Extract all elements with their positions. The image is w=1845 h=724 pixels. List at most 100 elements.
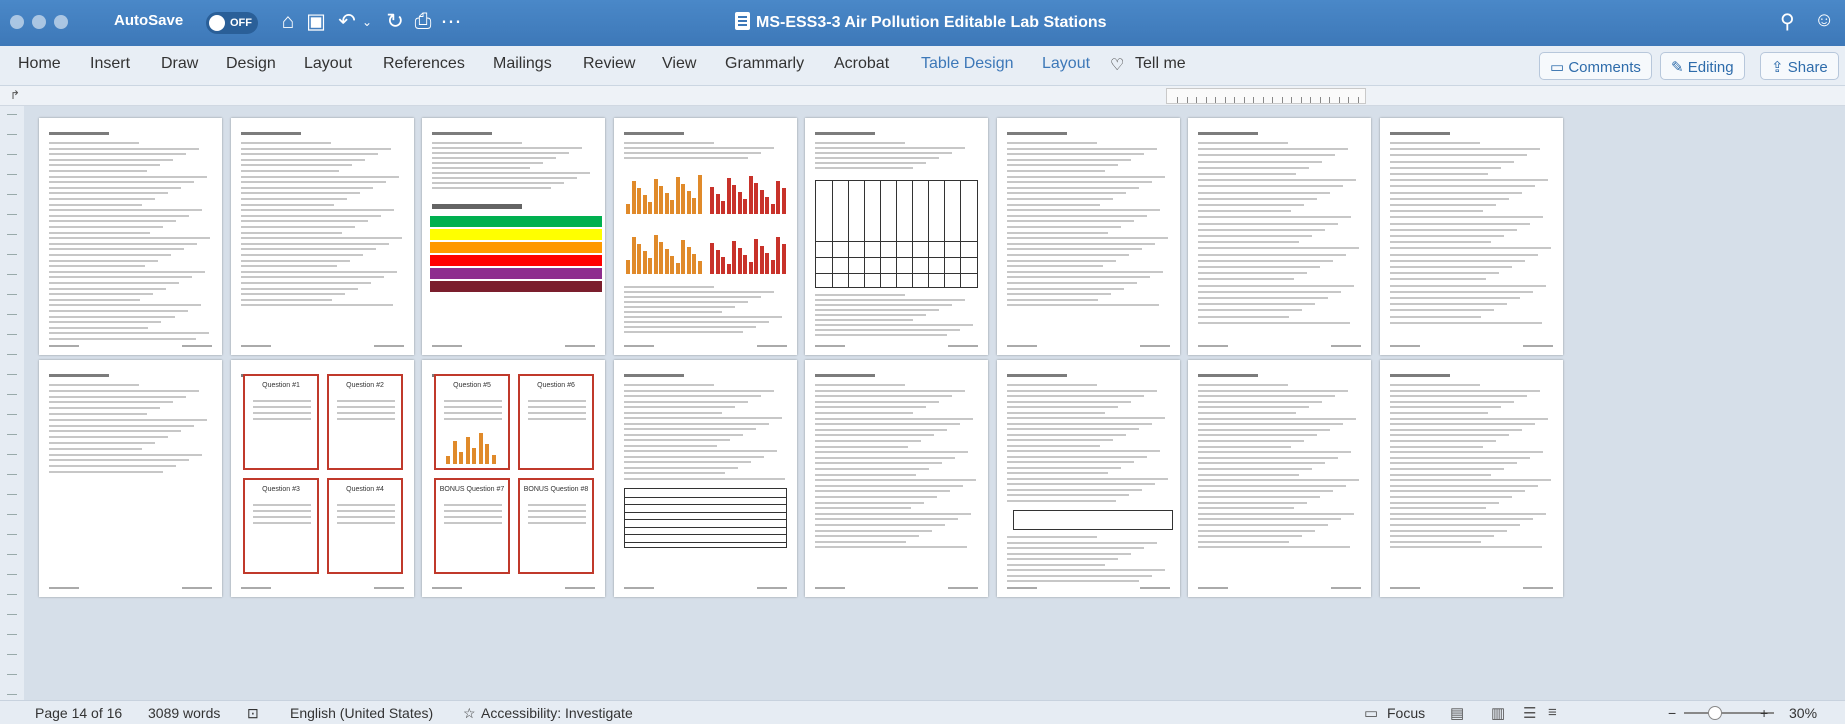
text-line	[624, 455, 765, 458]
comments-button[interactable]: ▭ Comments	[1539, 52, 1652, 80]
thumbnail-bar	[478, 433, 483, 464]
ruler-tick	[1272, 97, 1273, 103]
text-line	[49, 304, 201, 307]
thumbnail-bar	[648, 202, 652, 214]
document-page[interactable]	[231, 118, 414, 355]
text-line	[1390, 451, 1544, 454]
thumbnail-bar	[748, 262, 753, 274]
document-page[interactable]	[1380, 360, 1563, 597]
text-line	[1007, 433, 1126, 436]
text-line	[815, 540, 907, 543]
document-page[interactable]: Question #5 Question #6 BONUS Question #7 B…	[422, 360, 605, 597]
tab-home[interactable]: Home	[18, 55, 61, 73]
question-card: Question #6	[518, 374, 594, 470]
text-line	[528, 510, 586, 512]
tab-table-design[interactable]: Table Design	[921, 55, 1014, 73]
tab-acrobat[interactable]: Acrobat	[834, 55, 889, 73]
text-line	[253, 418, 311, 420]
outline-view-icon[interactable]: ☰	[1523, 704, 1536, 722]
document-page[interactable]	[1188, 360, 1371, 597]
draft-view-icon[interactable]: ≡	[1548, 704, 1557, 721]
print-layout-icon[interactable]: ▤	[1450, 704, 1464, 722]
tab-draw[interactable]: Draw	[161, 55, 198, 73]
horizontal-ruler[interactable]	[1166, 88, 1366, 104]
document-page[interactable]: Question #1 Question #2 Question #3 Questio…	[231, 360, 414, 597]
document-canvas[interactable]: Question #1 Question #2 Question #3 Questio…	[24, 106, 1845, 700]
zoom-out-button[interactable]: −	[1668, 705, 1676, 721]
autosave-toggle[interactable]: OFF	[206, 12, 258, 34]
text-line	[241, 237, 403, 240]
vertical-ruler[interactable]	[0, 106, 24, 700]
document-page[interactable]	[39, 118, 222, 355]
text-line	[815, 445, 908, 448]
save-icon[interactable]: ▣	[303, 9, 329, 35]
tab-layout[interactable]: Layout	[304, 55, 352, 73]
text-line	[1198, 496, 1321, 498]
tab-references[interactable]: References	[383, 55, 465, 73]
tab-review[interactable]: Review	[583, 55, 635, 73]
home-icon[interactable]: ⌂	[275, 9, 301, 35]
search-icon[interactable]: ⚲	[1780, 9, 1795, 34]
title-bar: AutoSave OFF ⌂ ▣ ↶ ⌄ ↻ ⎙ ⋯ MS-ESS3-3 Air…	[0, 0, 1845, 46]
zoom-in-button[interactable]: +	[1760, 705, 1768, 721]
zoom-window-button[interactable]	[54, 15, 68, 29]
document-page[interactable]	[1188, 118, 1371, 355]
editing-button[interactable]: ✎ Editing	[1660, 52, 1745, 80]
zoom-level[interactable]: 30%	[1789, 705, 1817, 721]
share-button[interactable]: ⇪ Share	[1760, 52, 1839, 80]
text-line	[1007, 563, 1105, 566]
text-line	[1007, 439, 1113, 441]
text-line	[49, 315, 175, 318]
text-line	[1007, 444, 1100, 447]
more-icon[interactable]: ⋯	[438, 9, 464, 35]
account-icon[interactable]: ☺	[1814, 9, 1834, 32]
document-page[interactable]	[422, 118, 605, 355]
document-page[interactable]	[614, 360, 797, 597]
thumbnail-bar	[781, 244, 786, 274]
redo-icon[interactable]: ↻	[382, 9, 408, 35]
text-line	[49, 220, 177, 223]
table-line	[928, 181, 929, 287]
page-count[interactable]: Page 14 of 16	[35, 705, 122, 721]
read-mode-icon[interactable]: ▥	[1491, 704, 1505, 722]
tab-grammarly[interactable]: Grammarly	[725, 55, 804, 73]
share-icon: ⇪	[1771, 59, 1788, 76]
minimize-window-button[interactable]	[32, 15, 46, 29]
undo-dropdown-icon[interactable]: ⌄	[354, 9, 380, 35]
text-line	[1007, 304, 1159, 307]
document-page[interactable]	[39, 360, 222, 597]
text-line	[1390, 546, 1542, 549]
tab-view[interactable]: View	[662, 55, 696, 73]
text-line	[1390, 496, 1513, 498]
text-line	[432, 142, 522, 144]
tab-design[interactable]: Design	[226, 55, 276, 73]
question-card: Question #4	[327, 478, 403, 574]
tab-mailings[interactable]: Mailings	[493, 55, 552, 73]
focus-icon[interactable]: ▭	[1364, 704, 1378, 722]
text-line	[432, 152, 569, 154]
tab-insert[interactable]: Insert	[90, 55, 130, 73]
word-count[interactable]: 3089 words	[148, 705, 220, 721]
proofing-icon[interactable]: ⊡	[247, 705, 259, 722]
document-page[interactable]	[1380, 118, 1563, 355]
close-window-button[interactable]	[10, 15, 24, 29]
accessibility-status[interactable]: Accessibility: Investigate	[481, 705, 633, 721]
document-page[interactable]	[614, 118, 797, 355]
tab-table-layout[interactable]: Layout	[1042, 55, 1090, 73]
editing-label: Editing	[1687, 59, 1734, 76]
tell-me-search[interactable]: Tell me	[1135, 55, 1186, 73]
document-page[interactable]	[805, 118, 988, 355]
text-line	[1390, 395, 1527, 398]
ruler-corner-icon[interactable]: ↱	[10, 88, 20, 102]
focus-button[interactable]: Focus	[1387, 705, 1425, 721]
claim-box	[1013, 510, 1173, 530]
ruler-tick	[7, 674, 17, 675]
print-icon[interactable]: ⎙	[410, 9, 436, 35]
document-page[interactable]	[997, 360, 1180, 597]
document-page[interactable]	[805, 360, 988, 597]
thumbnail-bar	[759, 246, 764, 274]
document-page[interactable]	[997, 118, 1180, 355]
language-status[interactable]: English (United States)	[290, 705, 433, 721]
zoom-slider-handle[interactable]	[1708, 706, 1722, 720]
ruler-tick	[1310, 97, 1311, 103]
